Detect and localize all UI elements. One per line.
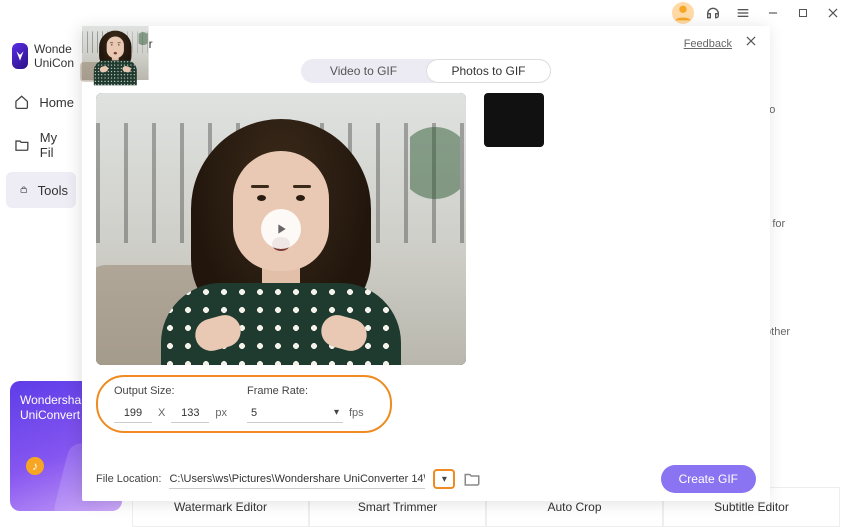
sidebar-item-tools[interactable]: Tools (6, 172, 76, 208)
output-width-input[interactable] (114, 403, 152, 423)
toolbox-icon (20, 182, 28, 198)
modal-header: GIF Maker Feedback (82, 26, 770, 57)
file-location-label: File Location: (96, 473, 161, 485)
sidebar: Wonde UniCon Home My Fil Tools Wondersha… (0, 26, 82, 527)
sidebar-item-myfiles[interactable]: My Fil (0, 120, 82, 170)
px-label: px (215, 407, 227, 419)
mode-segment: Video to GIF Photos to GIF (301, 59, 551, 83)
path-dropdown-button[interactable]: ▾ (433, 469, 455, 489)
frame-rate-value: 5 (251, 407, 257, 419)
home-icon (14, 94, 29, 110)
settings-bubble: Output Size: X px Frame Rate: 5 ▾ fps (96, 375, 392, 433)
chevron-down-icon: ▾ (334, 407, 339, 418)
user-badge-icon[interactable] (672, 2, 694, 24)
modal-body (82, 89, 770, 365)
maximize-button[interactable] (792, 2, 814, 24)
thumbnail[interactable] (484, 93, 544, 147)
music-note-icon: ♪ (26, 457, 44, 475)
feedback-link[interactable]: Feedback (684, 38, 732, 50)
gif-maker-modal: GIF Maker Feedback + Video to GIF Photos… (82, 26, 770, 501)
brand: Wonde UniCon (0, 26, 82, 84)
chevron-down-icon: ▾ (442, 474, 447, 485)
tab-photos-to-gif[interactable]: Photos to GIF (426, 59, 551, 83)
preview-panel[interactable] (96, 93, 466, 365)
frame-rate-label: Frame Rate: (247, 385, 364, 397)
dimension-x: X (158, 407, 165, 419)
output-size-label: Output Size: (114, 385, 227, 397)
brand-text: Wonde UniCon (34, 42, 74, 70)
file-location-input[interactable] (169, 469, 425, 489)
brand-line1: Wonde (34, 42, 74, 56)
modal-footer: File Location: ▾ Create GIF (96, 465, 756, 493)
sidebar-item-label: Tools (38, 183, 68, 198)
sidebar-item-label: My Fil (40, 130, 74, 160)
close-button[interactable] (822, 2, 844, 24)
browse-folder-icon[interactable] (463, 470, 481, 488)
headset-icon[interactable] (702, 2, 724, 24)
app-logo-icon (12, 43, 28, 69)
minimize-button[interactable] (762, 2, 784, 24)
play-button[interactable] (261, 209, 301, 249)
fps-label: fps (349, 407, 364, 419)
close-icon[interactable] (744, 34, 758, 53)
brand-line2: UniCon (34, 56, 74, 70)
mode-row: + Video to GIF Photos to GIF (82, 57, 770, 89)
tab-video-to-gif[interactable]: Video to GIF (301, 59, 426, 83)
folder-icon (14, 137, 30, 153)
create-gif-button[interactable]: Create GIF (661, 465, 756, 493)
sidebar-item-home[interactable]: Home (0, 84, 82, 120)
frame-rate-select[interactable]: 5 ▾ (247, 403, 343, 423)
window-titlebar (672, 0, 850, 26)
hamburger-icon[interactable] (732, 2, 754, 24)
sidebar-item-label: Home (39, 95, 74, 110)
output-height-input[interactable] (171, 403, 209, 423)
